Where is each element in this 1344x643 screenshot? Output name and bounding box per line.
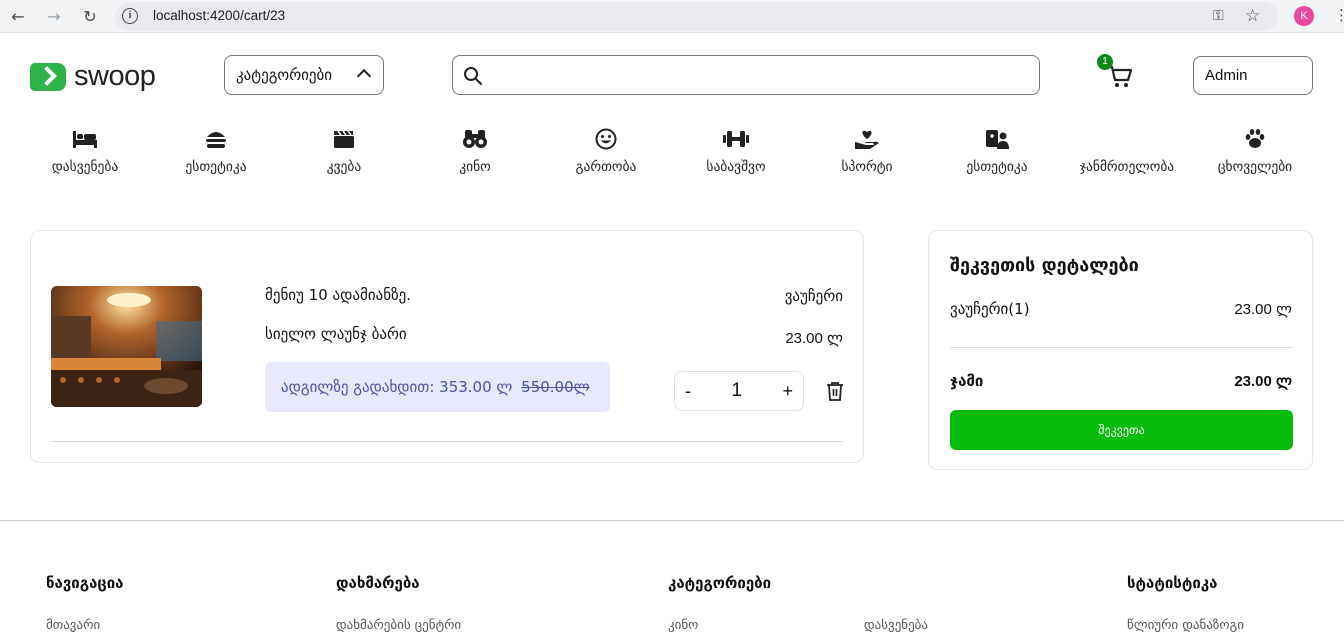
category-label: დასვენება xyxy=(51,159,119,175)
footer-stats-title: სტატისტიკა xyxy=(1127,574,1218,592)
category-label: კვება xyxy=(326,159,362,175)
category-item-entertainment[interactable]: გართობა xyxy=(541,126,671,175)
cart-count-badge: 1 xyxy=(1097,54,1113,70)
category-item-food[interactable]: კვება xyxy=(279,126,409,175)
paw-icon xyxy=(1245,129,1265,148)
onsite-payment-label: ადგილზე გადახდით: 353.00 ლ xyxy=(281,378,513,396)
total-value: 23.00 ლ xyxy=(1234,373,1292,390)
divider xyxy=(950,347,1293,348)
forward-arrow-icon[interactable]: → xyxy=(42,5,66,27)
category-item-animals[interactable]: ცხოველები xyxy=(1190,126,1320,175)
category-item-aesthetics-2[interactable]: ესთეტიკა xyxy=(932,126,1062,175)
onsite-payment-note: ადგილზე გადახდით: 353.00 ლ 550.00ლ xyxy=(265,362,610,412)
footer-divider xyxy=(0,520,1344,521)
burger-icon xyxy=(206,132,226,148)
dumbbell-icon xyxy=(723,131,749,147)
category-label: ესთეტიკა xyxy=(185,159,247,175)
divider xyxy=(51,441,844,442)
hand-heart-icon xyxy=(855,130,879,149)
user-menu-button[interactable]: Admin xyxy=(1193,56,1313,95)
category-item-health[interactable]: ჯანმრთელობა xyxy=(1062,126,1192,175)
binoculars-icon xyxy=(463,130,487,148)
category-item-sport[interactable]: სპორტი xyxy=(802,126,932,175)
product-type: ვაუჩერი xyxy=(784,287,843,305)
category-item-kids[interactable]: საბავშვო xyxy=(671,126,801,175)
search-input[interactable] xyxy=(452,55,1040,95)
category-item-cinema[interactable]: კინო xyxy=(410,126,540,175)
category-item-aesthetics[interactable]: ესთეტიკა xyxy=(151,126,281,175)
logo-mark-icon xyxy=(30,62,66,91)
category-label: საბავშვო xyxy=(706,159,766,175)
category-item-rest[interactable]: დასვენება xyxy=(20,126,150,175)
reload-icon[interactable]: ↻ xyxy=(78,5,102,27)
footer-help-title: დახმარება xyxy=(336,574,420,592)
summary-title: შეკვეთის დეტალები xyxy=(950,255,1139,276)
place-order-button[interactable]: შეკვეთა xyxy=(950,410,1293,450)
footer-link-help-center[interactable]: დახმარების ცენტრი xyxy=(336,618,461,633)
product-venue: სიელო ლაუნჯ ბარი xyxy=(265,325,407,343)
total-label: ჯამი xyxy=(950,372,984,390)
categories-dropdown-button[interactable]: კატეგორიები xyxy=(224,55,384,95)
footer-nav-title: ნავიგაცია xyxy=(46,574,124,592)
bookmark-star-icon[interactable]: ☆ xyxy=(1245,6,1260,26)
category-label: გართობა xyxy=(575,159,637,175)
footer-link-annual-savings[interactable]: წლიური დანაზოგი xyxy=(1127,618,1244,633)
chevron-up-icon xyxy=(356,68,372,84)
categories-button-label: კატეგორიები xyxy=(236,66,333,84)
site-info-icon[interactable]: i xyxy=(122,8,138,24)
paw-icon xyxy=(1127,128,1128,150)
category-label: ესთეტიკა xyxy=(966,159,1028,175)
logo-text: swoop xyxy=(74,60,156,92)
address-bar[interactable]: i localhost:4200/cart/23 ⚿ ☆ xyxy=(115,2,1278,31)
category-label: ცხოველები xyxy=(1217,159,1293,175)
quantity-stepper: - 1 + xyxy=(674,371,804,411)
decrease-button[interactable]: - xyxy=(685,381,691,402)
quantity-value: 1 xyxy=(731,380,743,401)
increase-button[interactable]: + xyxy=(782,381,793,402)
profile-avatar[interactable]: K xyxy=(1294,6,1314,26)
footer-link-cinema[interactable]: კინო xyxy=(668,618,698,633)
order-summary-card: შეკვეთის დეტალები ვაუჩერი(1) 23.00 ლ ჯამ… xyxy=(928,230,1313,470)
bar-photo xyxy=(51,286,202,407)
footer-link-home[interactable]: მთავარი xyxy=(46,618,100,633)
smile-icon xyxy=(595,128,617,150)
back-arrow-icon[interactable]: ← xyxy=(6,5,30,27)
footer-link-rest[interactable]: დასვენება xyxy=(864,618,928,633)
category-nav: დასვენება ესთეტიკა კვება კინო გართობა სა… xyxy=(30,126,1320,186)
summary-item-value: 23.00 ლ xyxy=(1234,301,1292,318)
search-icon xyxy=(464,67,482,85)
category-label: ჯანმრთელობა xyxy=(1079,159,1175,175)
browser-menu-icon[interactable]: ⋮ xyxy=(1334,6,1344,24)
old-price: 550.00ლ xyxy=(521,378,590,396)
clapperboard-icon xyxy=(334,130,354,148)
browser-toolbar: ← → ↻ i localhost:4200/cart/23 ⚿ ☆ K ⋮ xyxy=(0,0,1344,33)
product-price: 23.00 ლ xyxy=(785,330,843,347)
category-label: სპორტი xyxy=(841,159,893,175)
footer-categories-title: კატეგორიები xyxy=(668,574,772,592)
product-name[interactable]: მენიუ 10 ადამიანზე. xyxy=(265,286,411,304)
url-text[interactable]: localhost:4200/cart/23 xyxy=(153,8,285,23)
summary-item-label: ვაუჩერი(1) xyxy=(950,300,1030,318)
product-image[interactable] xyxy=(51,286,202,407)
trash-icon[interactable] xyxy=(826,381,844,401)
category-label: კინო xyxy=(459,159,491,175)
medical-person-icon xyxy=(986,130,1009,149)
bed-icon xyxy=(73,131,97,148)
cart-item-card: მენიუ 10 ადამიანზე. სიელო ლაუნჯ ბარი ვაუ… xyxy=(30,230,864,463)
swoop-logo[interactable]: swoop xyxy=(30,60,156,93)
password-key-icon[interactable]: ⚿ xyxy=(1213,8,1224,24)
